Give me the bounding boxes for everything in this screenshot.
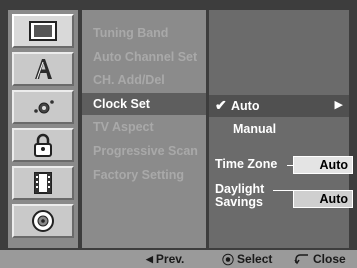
daylight-value-field[interactable]: Auto bbox=[293, 190, 353, 208]
timezone-value-field[interactable]: Auto bbox=[293, 156, 353, 174]
disc-icon bbox=[32, 210, 54, 232]
setup-menu-screen: Tuning Band Auto Channel Set CH. Add/Del… bbox=[0, 0, 357, 268]
daylight-savings-label: Daylight Savings bbox=[215, 183, 264, 209]
settings-menu: Tuning Band Auto Channel Set CH. Add/Del… bbox=[82, 10, 206, 248]
tab-record[interactable] bbox=[12, 166, 74, 200]
film-record-icon bbox=[34, 172, 52, 194]
tab-display[interactable] bbox=[12, 14, 74, 48]
menu-item-progressive-scan[interactable]: Progressive Scan bbox=[82, 140, 206, 162]
option-auto-label: Auto bbox=[231, 99, 260, 113]
select-label: Select bbox=[237, 252, 273, 266]
menu-item-tv-aspect[interactable]: TV Aspect bbox=[82, 116, 206, 138]
option-auto-row[interactable]: ✔ Auto ▶ bbox=[209, 95, 349, 117]
timezone-label: Time Zone bbox=[215, 157, 278, 171]
menu-item-clock-set[interactable]: Clock Set bbox=[82, 93, 206, 115]
daylight-label-line2: Savings bbox=[215, 195, 263, 209]
tab-audio[interactable] bbox=[12, 90, 74, 124]
category-icon-column bbox=[8, 10, 78, 248]
arrow-left-icon: ◀ bbox=[146, 253, 153, 264]
footer-bar: ◀ Prev. ⦿ Select Close bbox=[0, 250, 357, 268]
lock-icon bbox=[34, 133, 52, 157]
daylight-connector bbox=[273, 190, 293, 191]
tv-display-icon bbox=[29, 21, 57, 41]
return-icon bbox=[294, 254, 308, 265]
close-label: Close bbox=[313, 252, 346, 266]
audio-icon bbox=[34, 100, 54, 114]
option-manual[interactable]: Manual bbox=[233, 122, 276, 136]
menu-item-auto-channel-set[interactable]: Auto Channel Set bbox=[82, 46, 206, 68]
language-icon bbox=[35, 59, 52, 80]
tab-lock[interactable] bbox=[12, 128, 74, 162]
checkmark-icon: ✔ bbox=[215, 97, 227, 113]
prev-button[interactable]: ◀ Prev. bbox=[146, 251, 184, 267]
select-circle-icon: ⦿ bbox=[222, 252, 235, 267]
clock-options-panel: ✔ Auto ▶ Manual Time Zone Auto Daylight … bbox=[209, 10, 353, 248]
select-button[interactable]: ⦿ Select bbox=[222, 251, 272, 267]
menu-item-tuning-band[interactable]: Tuning Band bbox=[82, 22, 206, 44]
close-button[interactable]: Close bbox=[294, 251, 346, 267]
tab-language[interactable] bbox=[12, 52, 74, 86]
menu-item-ch-add-del[interactable]: CH. Add/Del bbox=[82, 69, 206, 91]
tab-disc[interactable] bbox=[12, 204, 74, 238]
prev-label: Prev. bbox=[155, 252, 185, 266]
menu-item-factory-setting[interactable]: Factory Setting bbox=[82, 164, 206, 186]
arrow-right-icon: ▶ bbox=[334, 99, 343, 111]
